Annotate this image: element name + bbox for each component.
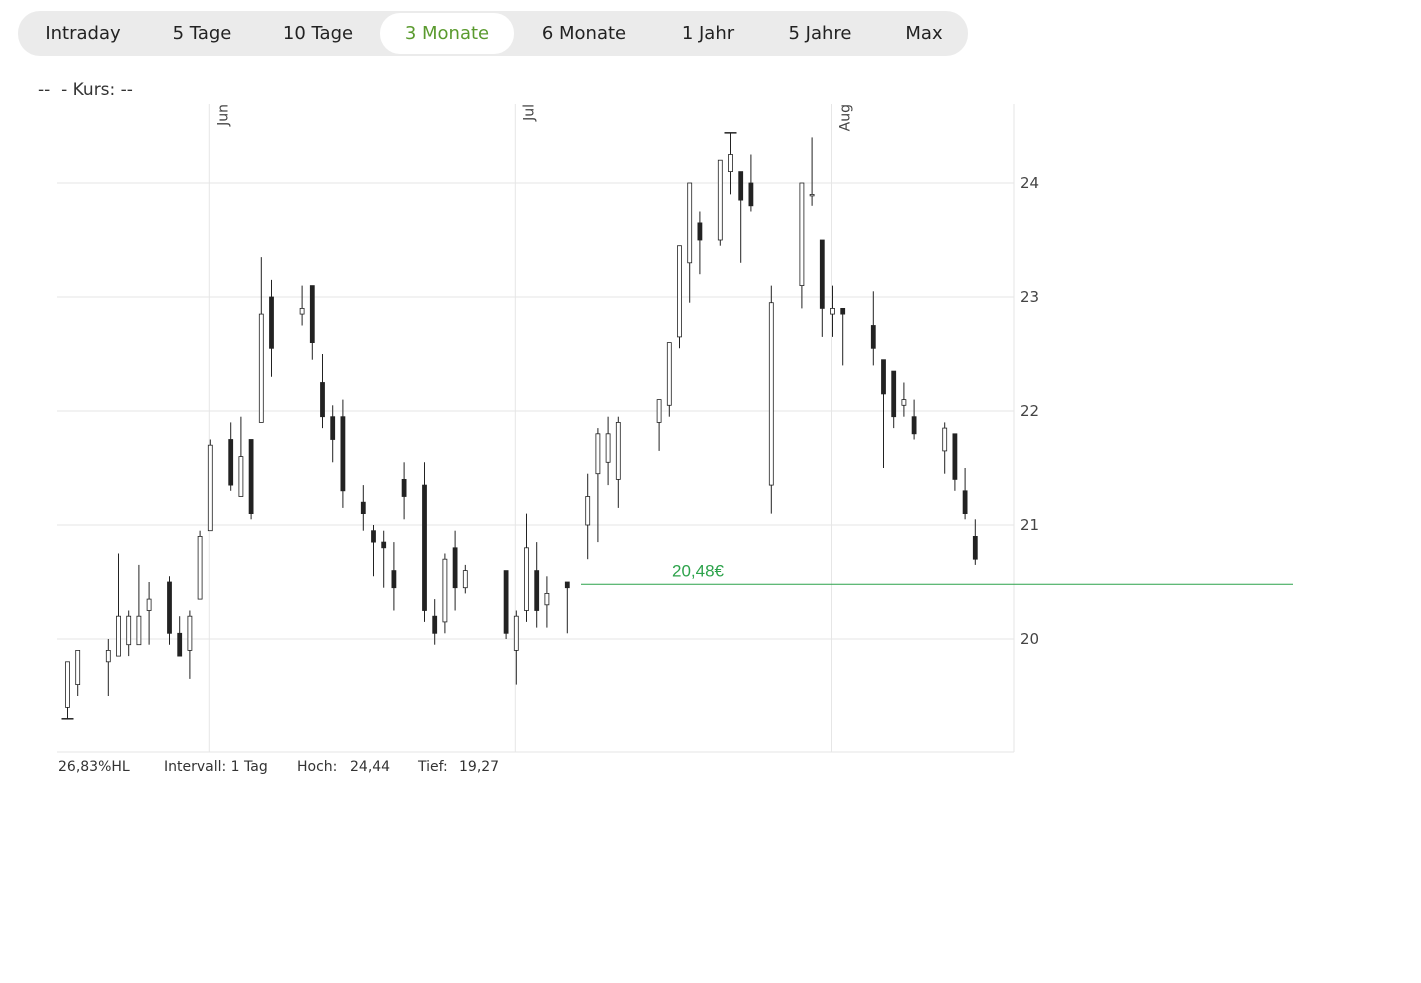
month-label: Jun bbox=[215, 104, 231, 127]
interval-label: Intervall: 1 Tag bbox=[164, 759, 268, 775]
candle-body-down bbox=[972, 536, 978, 560]
y-tick-label: 22 bbox=[1020, 402, 1039, 420]
candle-body-up bbox=[513, 615, 519, 651]
candle-body-down bbox=[748, 182, 754, 207]
candle-body-down bbox=[503, 570, 509, 634]
candle-body-down bbox=[738, 171, 744, 201]
candle-body-down bbox=[340, 416, 346, 492]
month-label: Jul bbox=[521, 104, 537, 122]
candle-body-down bbox=[534, 570, 540, 611]
candle-body-up bbox=[442, 558, 448, 623]
candle-body-up bbox=[615, 421, 621, 480]
candle-body-up bbox=[666, 342, 672, 406]
low-label: Tief: bbox=[418, 759, 448, 775]
candle-body-up bbox=[187, 615, 193, 651]
month-label: Aug bbox=[838, 104, 854, 131]
candle-body-down bbox=[401, 478, 407, 497]
candle-body-up bbox=[197, 536, 203, 600]
candle-body-up bbox=[717, 159, 723, 241]
candle-body-up bbox=[207, 444, 213, 532]
candle-body-down bbox=[330, 416, 336, 440]
high-value: 24,44 bbox=[350, 759, 391, 775]
candle-body-up bbox=[116, 615, 121, 657]
y-tick-label: 21 bbox=[1020, 516, 1039, 534]
candle-body-up bbox=[901, 399, 907, 406]
candle-body-up bbox=[656, 399, 662, 423]
candle-body-down bbox=[819, 239, 825, 309]
candle-body-down bbox=[952, 433, 958, 480]
candle-body-down bbox=[360, 501, 366, 515]
current-price-label: 20,48€ bbox=[672, 561, 725, 580]
candle-body-down bbox=[432, 615, 438, 634]
candle-body-up bbox=[105, 650, 111, 663]
y-tick-label: 23 bbox=[1020, 288, 1039, 306]
candle-body-down bbox=[177, 632, 183, 657]
candle-body-down bbox=[840, 307, 846, 315]
candle-body-down bbox=[309, 285, 315, 344]
candle-body-up bbox=[126, 615, 132, 646]
candlestick-chart[interactable]: 20 21 22 23 24 Jun Jul Aug 20,48€ bbox=[0, 0, 1421, 983]
candle-body-down bbox=[697, 222, 703, 241]
candle-body-down bbox=[371, 530, 376, 543]
candle-body-up bbox=[136, 615, 142, 646]
hl-percentage: 26,83%HL bbox=[58, 759, 130, 775]
candle-body-up bbox=[544, 593, 550, 606]
candle-body-up bbox=[830, 307, 835, 315]
candle-body-up bbox=[728, 154, 733, 173]
high-label: Hoch: bbox=[297, 759, 338, 775]
candle-body-down bbox=[320, 382, 325, 418]
candle-body-down bbox=[564, 581, 570, 589]
candle-body-down bbox=[452, 547, 458, 589]
candle-body-down bbox=[381, 541, 387, 549]
candle-body-up bbox=[524, 547, 529, 611]
candle-body-up bbox=[299, 307, 305, 315]
candle-body-down bbox=[891, 370, 897, 418]
candle-body-up bbox=[462, 570, 468, 589]
candle-body-down bbox=[962, 490, 968, 514]
candle-body-up bbox=[799, 182, 805, 286]
candle-body-down bbox=[228, 439, 234, 486]
candle-body-up bbox=[605, 433, 611, 463]
candle-body-up bbox=[258, 313, 264, 423]
candle-body-up bbox=[809, 193, 815, 197]
y-tick-label: 20 bbox=[1020, 630, 1039, 648]
candle-body-down bbox=[248, 439, 254, 514]
candle-body-up bbox=[768, 302, 774, 486]
candle-body-up bbox=[595, 433, 601, 475]
candle-body-down bbox=[881, 359, 886, 395]
candle-body-up bbox=[75, 650, 81, 686]
candle-body-up bbox=[942, 427, 948, 452]
candle-body-down bbox=[167, 581, 172, 634]
candle-body-up bbox=[585, 496, 591, 526]
candle-body-up bbox=[677, 245, 682, 338]
candle-body-down bbox=[911, 416, 917, 435]
candle-body-down bbox=[422, 484, 427, 611]
y-tick-label: 24 bbox=[1020, 174, 1039, 192]
candle-body-up bbox=[146, 598, 152, 611]
candle-body-up bbox=[65, 661, 70, 708]
candle-body-down bbox=[269, 296, 274, 349]
candle-body-up bbox=[238, 456, 244, 497]
candle-body-down bbox=[870, 325, 876, 349]
candle-body-up bbox=[687, 182, 693, 264]
candle-body-down bbox=[391, 570, 397, 589]
low-value: 19,27 bbox=[459, 759, 500, 775]
